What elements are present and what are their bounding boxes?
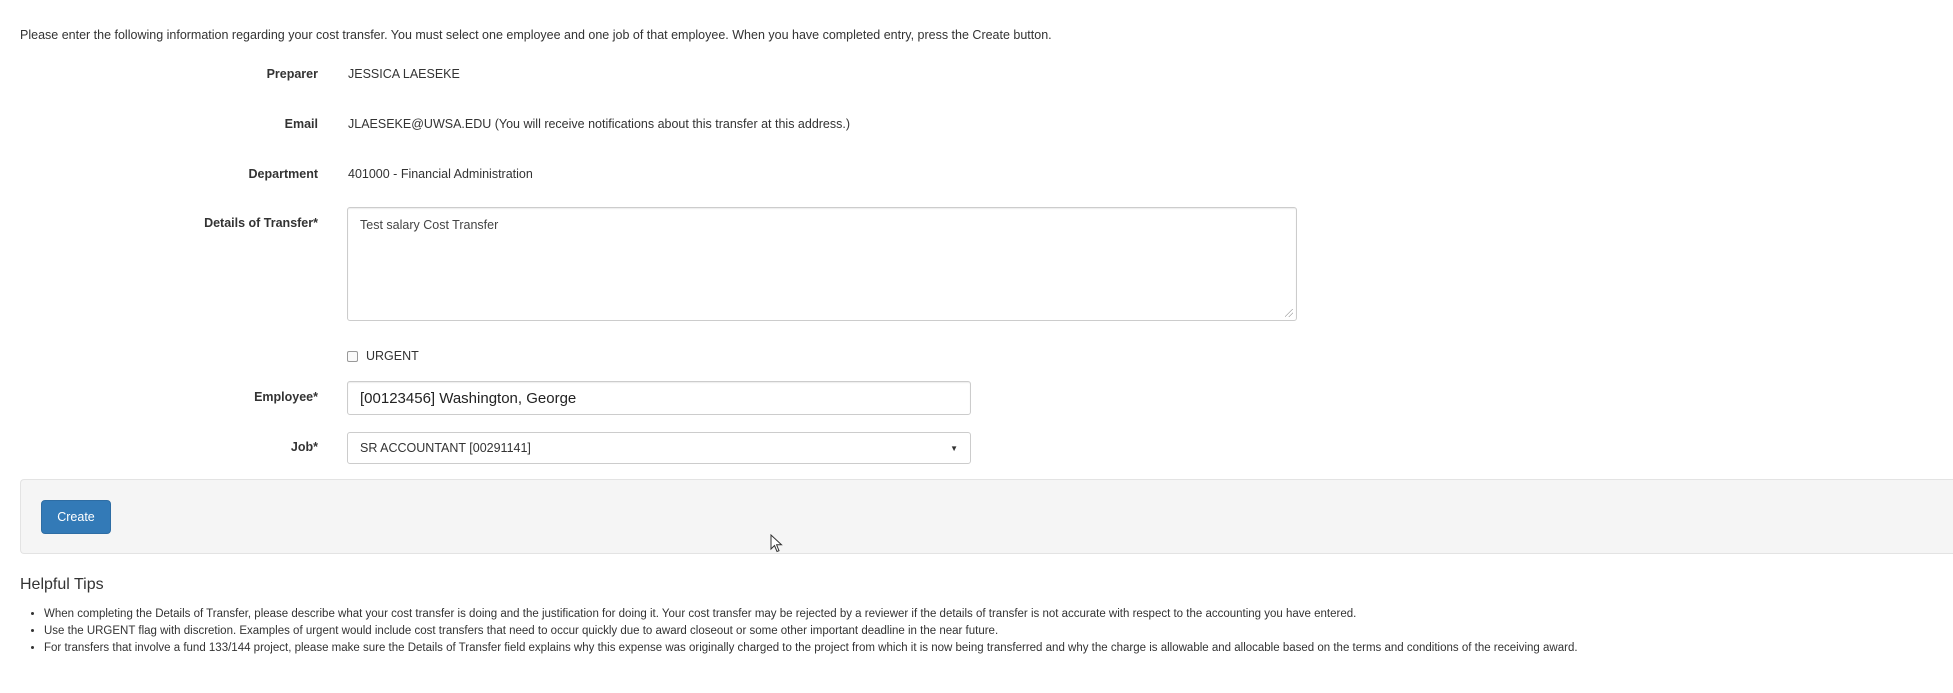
resize-grip-icon[interactable] <box>1285 309 1293 317</box>
details-label: Details of Transfer* <box>204 216 318 230</box>
mouse-pointer-icon <box>770 534 783 553</box>
action-bar: Create <box>20 479 1953 554</box>
job-select-value: SR ACCOUNTANT [00291141] <box>360 441 531 455</box>
employee-input[interactable]: [00123456] Washington, George <box>347 381 971 415</box>
tip-item: For transfers that involve a fund 133/14… <box>44 640 1953 657</box>
helpful-tips-list: When completing the Details of Transfer,… <box>30 606 1953 657</box>
job-select[interactable]: SR ACCOUNTANT [00291141] ▼ <box>347 432 971 464</box>
tip-item: When completing the Details of Transfer,… <box>44 606 1953 623</box>
create-button[interactable]: Create <box>41 500 111 534</box>
intro-text: Please enter the following information r… <box>20 28 1052 42</box>
caret-down-icon: ▼ <box>950 443 958 453</box>
employee-label: Employee* <box>254 390 318 404</box>
details-text: Test salary Cost Transfer <box>360 218 499 232</box>
preparer-value: JESSICA LAESEKE <box>348 67 460 81</box>
department-value: 401000 - Financial Administration <box>348 167 533 181</box>
email-label: Email <box>284 117 318 131</box>
job-label: Job* <box>290 440 318 454</box>
employee-input-value: [00123456] Washington, George <box>360 389 577 407</box>
preparer-label: Preparer <box>266 67 318 81</box>
helpful-tips-title: Helpful Tips <box>20 576 104 593</box>
urgent-checkbox[interactable] <box>347 350 358 362</box>
cost-transfer-page: Please enter the following information r… <box>0 0 1953 693</box>
urgent-label: URGENT <box>366 349 419 363</box>
tip-item: Use the URGENT flag with discretion. Exa… <box>44 623 1953 640</box>
details-textarea[interactable]: Test salary Cost Transfer <box>347 207 1297 321</box>
department-label: Department <box>248 167 318 181</box>
email-value: JLAESEKE@UWSA.EDU (You will receive noti… <box>348 117 851 131</box>
urgent-checkbox-row[interactable]: URGENT <box>347 349 419 363</box>
